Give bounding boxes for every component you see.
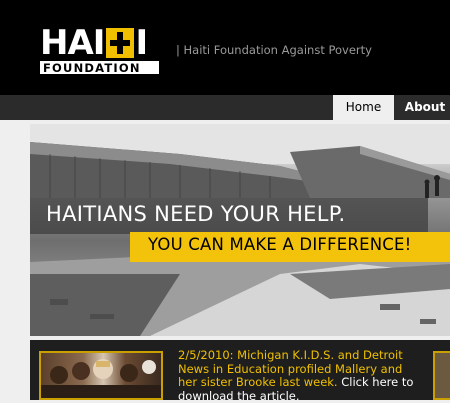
site-tagline: | Haiti Foundation Against Poverty (176, 43, 372, 57)
main-nav: Home About (0, 95, 450, 120)
news-bar: 2/5/2010: Michigan K.I.D.S. and Detroit … (30, 340, 450, 403)
site-header: HA I I FOUNDATION | Haiti Foundation Aga… (0, 0, 450, 95)
logo[interactable]: HA I I FOUNDATION (40, 23, 159, 74)
logo-wordmark: HA I I (40, 23, 159, 63)
news-link-download[interactable]: download the article. (178, 389, 300, 403)
hero-banner[interactable]: HAITIANS NEED YOUR HELP. YOU CAN MAKE A … (30, 124, 450, 336)
hero-headline: HAITIANS NEED YOUR HELP. (46, 202, 346, 226)
nav-tab-about[interactable]: About (395, 95, 450, 120)
hero-cta[interactable]: YOU CAN MAKE A DIFFERENCE! (148, 235, 411, 254)
news-next-thumbnail[interactable] (433, 351, 450, 400)
nav-tab-home[interactable]: Home (333, 95, 394, 120)
logo-text-i: I (92, 23, 106, 63)
news-thumbnail-image[interactable] (39, 351, 163, 400)
news-item-text: 2/5/2010: Michigan K.I.D.S. and Detroit … (178, 348, 418, 403)
news-link-click-here[interactable]: Click here to (341, 375, 413, 389)
logo-cross-icon (106, 28, 135, 58)
logo-text-right: I (135, 23, 148, 63)
news-photo (41, 359, 161, 398)
logo-text-left: HA (40, 23, 94, 63)
